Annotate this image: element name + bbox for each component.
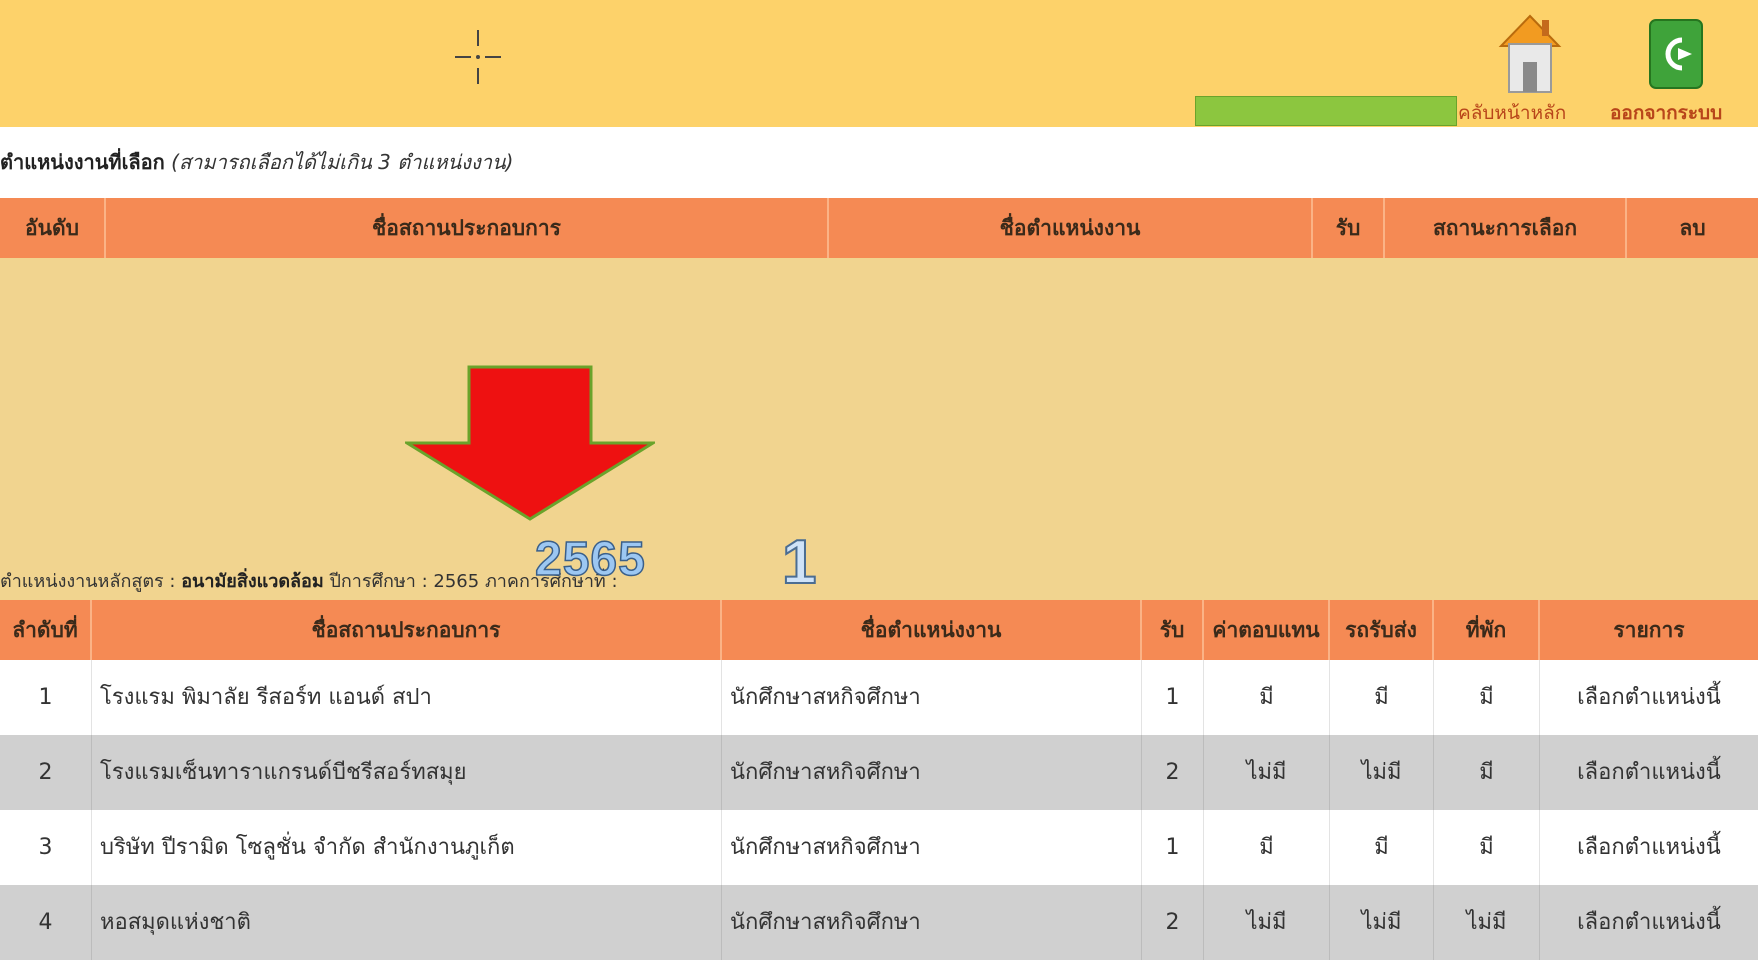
jobs-col-shuttle: รถรับส่ง xyxy=(1330,600,1434,660)
row-shuttle: มี xyxy=(1330,810,1434,885)
row-position: นักศึกษาสหกิจศึกษา xyxy=(722,885,1142,960)
table-row: 2 โรงแรมเซ็นทาราแกรนด์บีชรีสอร์ทสมุย นัก… xyxy=(0,735,1758,810)
row-pay: ไม่มี xyxy=(1204,735,1330,810)
select-position-link[interactable]: เลือกตำแหน่งนี้ xyxy=(1540,735,1758,810)
row-lodging: มี xyxy=(1434,810,1540,885)
row-no: 3 xyxy=(0,810,92,885)
red-arrow-down-icon xyxy=(405,365,655,521)
row-shuttle: มี xyxy=(1330,660,1434,735)
row-company: โรงแรม พิมาลัย รีสอร์ท แอนด์ สปา xyxy=(92,660,722,735)
row-accept: 2 xyxy=(1142,735,1204,810)
selected-col-position: ชื่อตำแหน่งงาน xyxy=(829,198,1313,258)
selected-caption-title: ตำแหน่งงานที่เลือก xyxy=(0,150,165,174)
jobs-col-position: ชื่อตำแหน่งงาน xyxy=(722,600,1142,660)
selected-table-body-empty xyxy=(0,258,1758,603)
row-shuttle: ไม่มี xyxy=(1330,885,1434,960)
row-position: นักศึกษาสหกิจศึกษา xyxy=(722,660,1142,735)
table-row: 3 บริษัท ปีรามิด โซลูชั่น จำกัด สำนักงาน… xyxy=(0,810,1758,885)
home-icon[interactable] xyxy=(1497,12,1563,96)
select-position-link[interactable]: เลือกตำแหน่งนี้ xyxy=(1540,885,1758,960)
selected-table-header: อันดับ ชื่อสถานประกอบการ ชื่อตำแหน่งงาน … xyxy=(0,198,1758,258)
row-shuttle: ไม่มี xyxy=(1330,735,1434,810)
nav-logout-link[interactable]: ออกจากระบบ xyxy=(1610,98,1722,128)
row-no: 2 xyxy=(0,735,92,810)
jobs-caption: ตำแหน่งงานหลักสูตร : อนามัยสิ่งแวดล้อม ป… xyxy=(0,566,618,595)
jobs-caption-year-value: 2565 xyxy=(433,571,480,592)
row-company: โรงแรมเซ็นทาราแกรนด์บีชรีสอร์ทสมุย xyxy=(92,735,722,810)
row-no: 4 xyxy=(0,885,92,960)
header-bar: คลับหน้าหลัก ออกจากระบบ xyxy=(0,0,1758,127)
row-pay: มี xyxy=(1204,660,1330,735)
table-row: 4 หอสมุดแห่งชาติ นักศึกษาสหกิจศึกษา 2 ไม… xyxy=(0,885,1758,960)
selected-caption-note: (สามารถเลือกได้ไม่เกิน 3 ตำแหน่งงาน) xyxy=(171,150,514,174)
row-position: นักศึกษาสหกิจศึกษา xyxy=(722,735,1142,810)
row-lodging: มี xyxy=(1434,735,1540,810)
row-position: นักศึกษาสหกิจศึกษา xyxy=(722,810,1142,885)
row-lodging: มี xyxy=(1434,660,1540,735)
jobs-col-accept: รับ xyxy=(1142,600,1204,660)
jobs-caption-prefix: ตำแหน่งงานหลักสูตร : xyxy=(0,571,176,592)
row-company: หอสมุดแห่งชาติ xyxy=(92,885,722,960)
select-position-link[interactable]: เลือกตำแหน่งนี้ xyxy=(1540,660,1758,735)
table-row: 1 โรงแรม พิมาลัย รีสอร์ท แอนด์ สปา นักศึ… xyxy=(0,660,1758,735)
jobs-col-no: ลำดับที่ xyxy=(0,600,92,660)
overlay-term-label: 1 xyxy=(781,528,818,597)
select-position-link[interactable]: เลือกตำแหน่งนี้ xyxy=(1540,810,1758,885)
crosshair-icon xyxy=(455,30,501,84)
jobs-caption-program: อนามัยสิ่งแวดล้อม xyxy=(181,571,324,592)
selected-col-status: สถานะการเลือก xyxy=(1385,198,1627,258)
row-company: บริษัท ปีรามิด โซลูชั่น จำกัด สำนักงานภู… xyxy=(92,810,722,885)
row-accept: 2 xyxy=(1142,885,1204,960)
row-no: 1 xyxy=(0,660,92,735)
jobs-col-lodging: ที่พัก xyxy=(1434,600,1540,660)
jobs-caption-year-label: ปีการศึกษา : xyxy=(329,571,428,592)
row-accept: 1 xyxy=(1142,660,1204,735)
jobs-col-action: รายการ xyxy=(1613,618,1685,642)
overlay-year-label: 2565 xyxy=(534,532,646,587)
row-accept: 1 xyxy=(1142,810,1204,885)
selected-col-accept: รับ xyxy=(1313,198,1385,258)
redacted-username xyxy=(1195,96,1457,126)
row-lodging: ไม่มี xyxy=(1434,885,1540,960)
selected-col-rank: อันดับ xyxy=(0,198,106,258)
page: คลับหน้าหลัก ออกจากระบบ ตำแหน่งงานที่เลื… xyxy=(0,0,1758,963)
selected-col-delete: ลบ xyxy=(1679,216,1706,240)
row-pay: ไม่มี xyxy=(1204,885,1330,960)
nav-home-link[interactable]: คลับหน้าหลัก xyxy=(1458,98,1566,128)
jobs-col-pay: ค่าตอบแทน xyxy=(1204,600,1330,660)
row-pay: มี xyxy=(1204,810,1330,885)
selected-col-company: ชื่อสถานประกอบการ xyxy=(106,198,829,258)
jobs-table-header: ลำดับที่ ชื่อสถานประกอบการ ชื่อตำแหน่งงา… xyxy=(0,600,1758,660)
selected-caption: ตำแหน่งงานที่เลือก (สามารถเลือกได้ไม่เกิ… xyxy=(0,146,513,178)
exit-icon[interactable] xyxy=(1648,18,1704,92)
jobs-col-company: ชื่อสถานประกอบการ xyxy=(92,600,722,660)
